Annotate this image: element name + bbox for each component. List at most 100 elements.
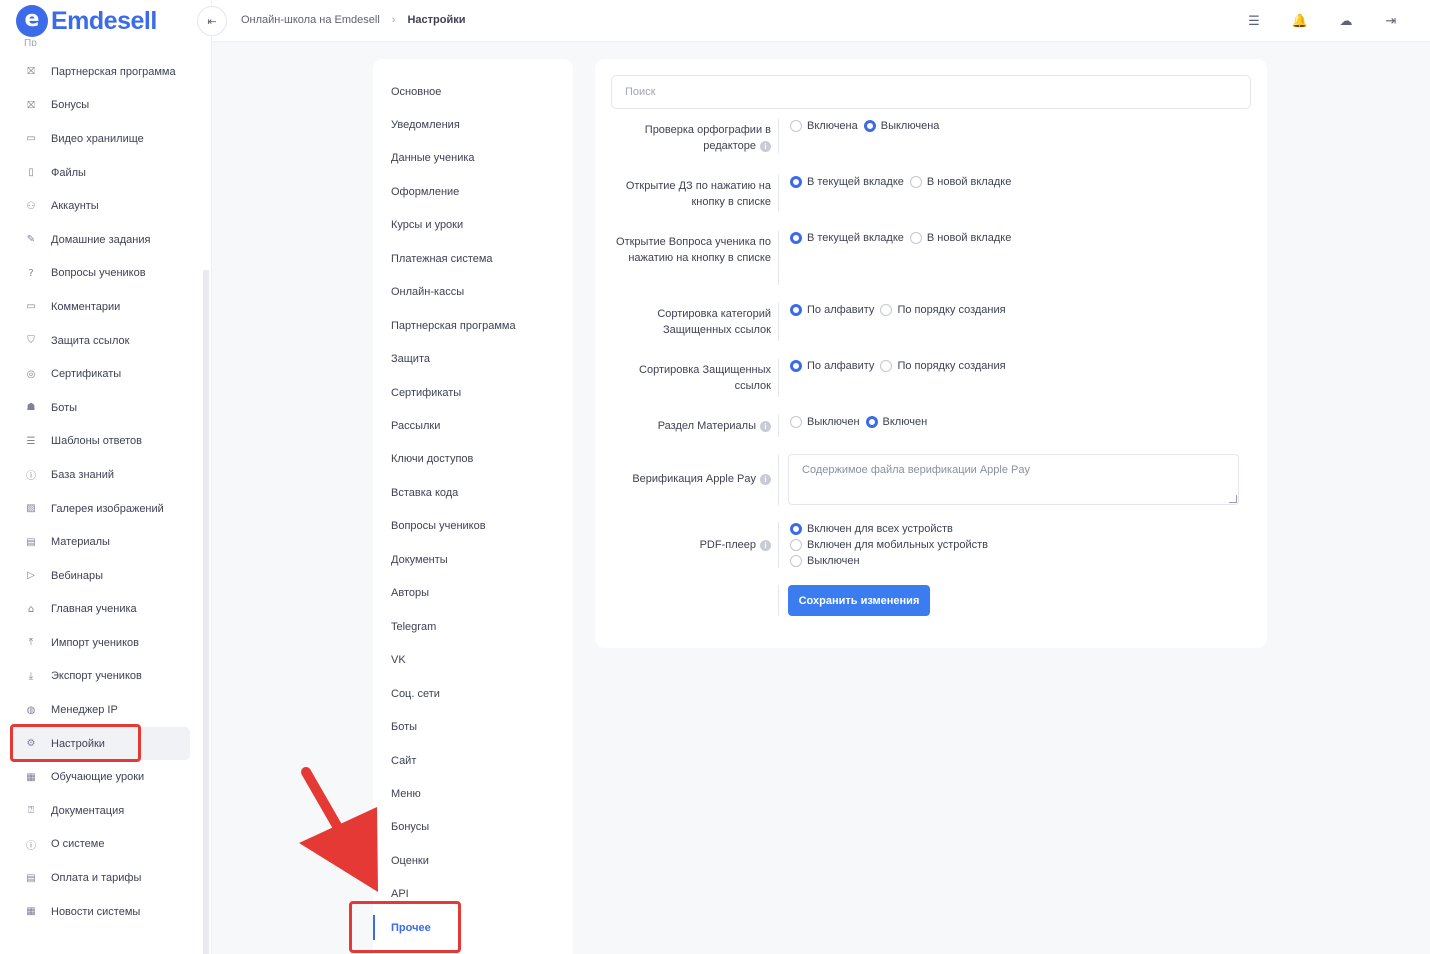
radio-button-selected[interactable] (790, 232, 802, 244)
settings-nav-item[interactable]: Защита (373, 343, 573, 376)
settings-nav-item[interactable]: Платежная система (373, 242, 573, 275)
sidebar-item[interactable]: ◎ Сертификаты (12, 357, 190, 391)
pdf-player-option-all[interactable]: Включен для всех устройств (790, 521, 953, 537)
sidebar-item[interactable]: ⛝ Бонусы (12, 89, 190, 123)
settings-nav-item[interactable]: Сайт (373, 744, 573, 777)
sidebar-item[interactable]: ⓘ База знаний (12, 458, 190, 492)
sidebar-item[interactable]: ⛉ Защита ссылок (12, 324, 190, 358)
sidebar-item[interactable]: ⌂ Главная ученика (12, 593, 190, 627)
sidebar-item[interactable]: ⤒ Импорт учеников (12, 626, 190, 660)
save-changes-button[interactable]: Сохранить изменения (788, 585, 930, 616)
settings-nav-item[interactable]: API (373, 878, 573, 911)
hw-open-option-new-tab[interactable]: В новой вкладке (909, 174, 1011, 190)
sidebar-item[interactable]: ⓘ О системе (12, 828, 190, 862)
sort-links-option-alpha[interactable]: По алфавиту (790, 358, 874, 374)
sidebar-item[interactable]: ▤ Оплата и тарифы (12, 861, 190, 895)
settings-nav-item[interactable]: VK (373, 644, 573, 677)
sidebar-item[interactable]: ? Вопросы учеников (12, 257, 190, 291)
sidebar-item[interactable]: ◍ Менеджер IP (12, 693, 190, 727)
radio-button[interactable] (790, 120, 802, 132)
settings-nav-item[interactable]: Сертификаты (373, 376, 573, 409)
sidebar-item[interactable]: ☗ Боты (12, 391, 190, 425)
sort-categories-option-created[interactable]: По порядку создания (880, 302, 1006, 318)
sidebar-item[interactable]: ▤ Материалы (12, 525, 190, 559)
settings-nav-item[interactable]: Онлайн-кассы (373, 276, 573, 309)
sidebar-item[interactable]: ▦ Обучающие уроки (12, 760, 190, 794)
apple-pay-textarea[interactable] (788, 454, 1239, 505)
settings-nav-item[interactable]: Бонусы (373, 811, 573, 844)
settings-nav-item[interactable]: Ключи доступов (373, 443, 573, 476)
sidebar-item[interactable]: ▭ Видео хранилище (12, 122, 190, 156)
sidebar-item[interactable]: ⍰ Документация (12, 794, 190, 828)
breadcrumb-root-link[interactable]: Онлайн-школа на Emdesell (241, 14, 380, 26)
logout-icon[interactable]: ⇥ (1382, 12, 1400, 30)
radio-button[interactable] (790, 539, 802, 551)
question-open-option-current-tab[interactable]: В текущей вкладке (790, 230, 904, 246)
info-icon[interactable]: i (760, 140, 771, 152)
sidebar-item[interactable]: ⤓ Экспорт учеников (12, 660, 190, 694)
pdf-player-option-off[interactable]: Выключен (790, 553, 860, 569)
settings-nav-item[interactable]: Авторы (373, 577, 573, 610)
radio-button-selected[interactable] (790, 360, 802, 372)
sidebar-item[interactable]: ⚙ Настройки (12, 726, 190, 761)
settings-nav-item[interactable]: Основное (373, 75, 573, 108)
radio-button-selected[interactable] (790, 523, 802, 535)
materials-option-off[interactable]: Выключен (790, 414, 860, 430)
pdf-player-option-mobile[interactable]: Включен для мобильных устройств (790, 537, 988, 553)
radio-button[interactable] (790, 555, 802, 567)
radio-button-selected[interactable] (790, 304, 802, 316)
settings-nav-item[interactable]: Меню (373, 777, 573, 810)
radio-button-selected[interactable] (865, 416, 878, 428)
radio-button[interactable] (909, 176, 922, 188)
sidebar-item[interactable]: ▨ Галерея изображений (12, 492, 190, 526)
list-icon: ☰ (26, 435, 36, 447)
radio-button[interactable] (880, 360, 893, 372)
sidebar-item[interactable]: ⛝ Партнерская программа (12, 55, 190, 89)
radio-button-selected[interactable] (790, 176, 802, 188)
info-icon[interactable]: i (760, 473, 771, 485)
radio-button[interactable] (909, 232, 922, 244)
filters-icon[interactable]: ☰ (1245, 12, 1263, 30)
bell-icon[interactable]: 🔔 (1291, 12, 1309, 30)
sidebar-item[interactable]: ▦ Новости системы (12, 895, 190, 929)
settings-nav-item[interactable]: Вопросы учеников (373, 510, 573, 543)
settings-nav-item[interactable]: Прочее (373, 911, 573, 944)
question-open-option-new-tab[interactable]: В новой вкладке (909, 230, 1011, 246)
sort-categories-option-alpha[interactable]: По алфавиту (790, 302, 874, 318)
sidebar-item[interactable]: ☰ Шаблоны ответов (12, 425, 190, 459)
sidebar-item[interactable]: ▭ Комментарии (12, 290, 190, 324)
sort-links-option-created[interactable]: По порядку создания (880, 358, 1006, 374)
cloud-settings-icon[interactable]: ☁ (1337, 12, 1355, 30)
logo[interactable]: e Emdesell (16, 5, 157, 37)
settings-nav-item[interactable]: Рассылки (373, 410, 573, 443)
radio-button[interactable] (790, 416, 802, 428)
info-icon[interactable]: i (760, 539, 771, 551)
info-icon[interactable]: i (760, 420, 771, 432)
settings-nav-item[interactable]: Данные ученика (373, 142, 573, 175)
sidebar-item[interactable]: ▯ Файлы (12, 156, 190, 190)
settings-nav-item[interactable]: Вставка кода (373, 476, 573, 509)
settings-nav-item[interactable]: Партнерская программа (373, 309, 573, 342)
sidebar-item-label: Менеджер IP (51, 704, 118, 717)
hw-open-option-current-tab[interactable]: В текущей вкладке (790, 174, 904, 190)
settings-nav-item[interactable]: Уведомления (373, 108, 573, 141)
settings-nav-item[interactable]: Telegram (373, 610, 573, 643)
radio-button-selected[interactable] (863, 120, 876, 132)
settings-nav-item[interactable]: Документы (373, 543, 573, 576)
sort-links-options: По алфавиту По порядку создания (790, 358, 1012, 374)
spellcheck-option-on[interactable]: Включена (790, 118, 858, 134)
search-input[interactable] (611, 75, 1251, 109)
settings-nav-item[interactable]: Соц. сети (373, 677, 573, 710)
sidebar-item[interactable]: ⚇ Аккаунты (12, 189, 190, 223)
collapse-sidebar-button[interactable]: ⇤ (197, 6, 227, 36)
sidebar-scrollbar[interactable] (203, 270, 209, 954)
settings-nav-item[interactable]: Курсы и уроки (373, 209, 573, 242)
settings-nav-item[interactable]: Оформление (373, 175, 573, 208)
settings-nav-item[interactable]: Боты (373, 711, 573, 744)
settings-nav-item[interactable]: Оценки (373, 844, 573, 877)
sidebar-item[interactable]: ▷ Вебинары (12, 559, 190, 593)
spellcheck-option-off[interactable]: Выключена (863, 118, 939, 134)
radio-button[interactable] (880, 304, 893, 316)
materials-option-on[interactable]: Включен (865, 414, 927, 430)
sidebar-item[interactable]: ✎ Домашние задания (12, 223, 190, 257)
